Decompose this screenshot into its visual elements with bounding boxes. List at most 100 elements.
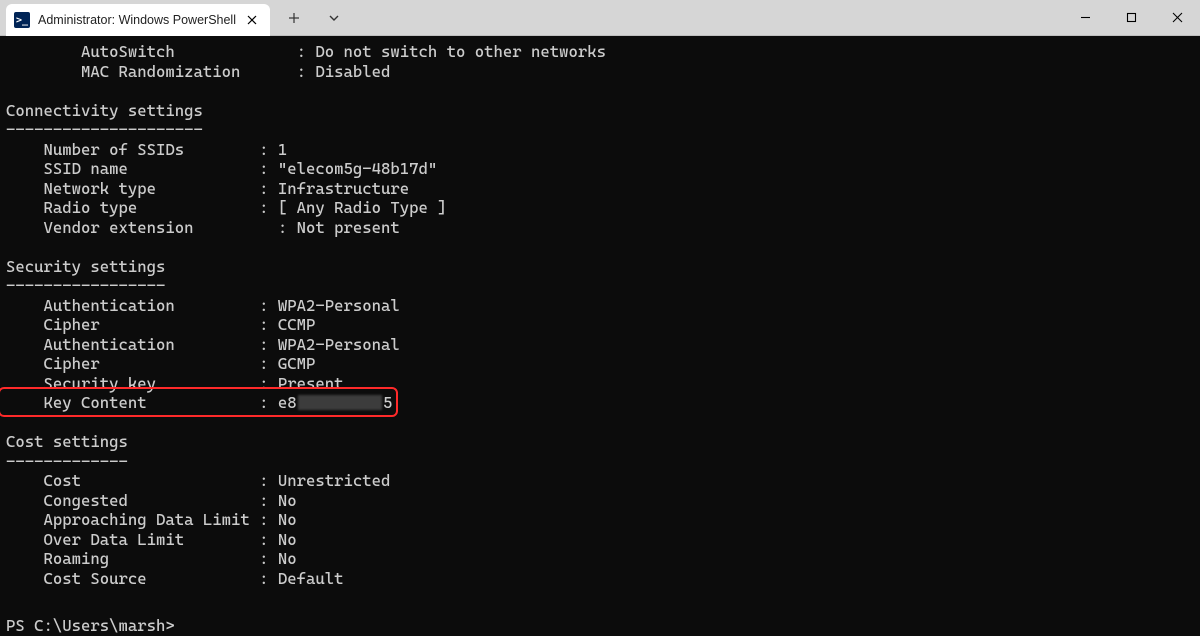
field-separator: : (250, 159, 278, 179)
field-value: [ Any Radio Type ] (278, 198, 447, 218)
output-line: Authentication : WPA2-Personal (6, 335, 1194, 355)
field-value: WPA2-Personal (278, 335, 400, 355)
field-value: WPA2-Personal (278, 296, 400, 316)
output-line: AutoSwitch : Do not switch to other netw… (6, 42, 1194, 62)
field-key: Number of SSIDs (6, 140, 250, 160)
field-key: Cipher (6, 354, 250, 374)
output-line: Key Content : e85 (6, 393, 1194, 413)
prompt[interactable]: PS C:\Users\marsh> (6, 616, 1194, 636)
output-line: Approaching Data Limit : No (6, 510, 1194, 530)
field-separator: : (250, 393, 278, 413)
field-value: 1 (278, 140, 287, 160)
tab-title: Administrator: Windows PowerShell (38, 13, 236, 27)
output-line: Security key : Present (6, 374, 1194, 394)
minimize-icon (1080, 12, 1091, 23)
output-line: Cipher : CCMP (6, 315, 1194, 335)
field-value: Do not switch to other networks (315, 42, 606, 62)
field-key: Authentication (6, 335, 250, 355)
minimize-button[interactable] (1062, 0, 1108, 35)
section-header: Connectivity settings (6, 101, 1194, 121)
field-key: Cost Source (6, 569, 250, 589)
maximize-icon (1126, 12, 1137, 23)
terminal-output[interactable]: AutoSwitch : Do not switch to other netw… (0, 36, 1200, 636)
field-value: No (278, 491, 297, 511)
field-key: Approaching Data Limit (6, 510, 250, 530)
field-separator: : (250, 569, 278, 589)
field-separator: : (287, 42, 315, 62)
field-value: Disabled (315, 62, 390, 82)
field-value: No (278, 530, 297, 550)
field-separator: : (250, 296, 278, 316)
field-key: Key Content (6, 393, 250, 413)
chevron-down-icon (328, 12, 340, 24)
field-value: Present (278, 374, 344, 394)
field-key: Radio type (6, 198, 250, 218)
section-underline: ----------------- (6, 276, 1194, 296)
field-key: AutoSwitch (6, 42, 287, 62)
tab-powershell[interactable]: >_ Administrator: Windows PowerShell (6, 4, 270, 36)
output-line: MAC Randomization : Disabled (6, 62, 1194, 82)
field-separator: : (250, 374, 278, 394)
window-close-button[interactable] (1154, 0, 1200, 35)
field-separator: : (250, 510, 278, 530)
field-separator: : (250, 198, 278, 218)
tabbar-actions (270, 0, 348, 35)
field-value: Not present (297, 218, 400, 238)
redacted-span (298, 395, 382, 410)
field-value-redacted: e85 (278, 393, 393, 413)
output-line: Roaming : No (6, 549, 1194, 569)
field-value: Unrestricted (278, 471, 391, 491)
field-key: Network type (6, 179, 250, 199)
output-line: Vendor extension : Not present (6, 218, 1194, 238)
field-key: SSID name (6, 159, 250, 179)
field-separator: : (250, 491, 278, 511)
output-line: Cost Source : Default (6, 569, 1194, 589)
field-value: "elecom5g-48b17d" (278, 159, 437, 179)
output-line: Over Data Limit : No (6, 530, 1194, 550)
field-key: Cipher (6, 315, 250, 335)
field-separator: : (250, 179, 278, 199)
window-controls (1062, 0, 1200, 35)
tab-dropdown-button[interactable] (320, 4, 348, 32)
field-separator: : (250, 315, 278, 335)
close-icon (247, 15, 257, 25)
output-line: Number of SSIDs : 1 (6, 140, 1194, 160)
output-line: Authentication : WPA2-Personal (6, 296, 1194, 316)
output-line: Network type : Infrastructure (6, 179, 1194, 199)
field-separator: : (250, 140, 278, 160)
field-key: Authentication (6, 296, 250, 316)
field-separator: : (250, 218, 297, 238)
field-separator: : (250, 354, 278, 374)
output-line: Congested : No (6, 491, 1194, 511)
field-key: Security key (6, 374, 250, 394)
output-line: Cipher : GCMP (6, 354, 1194, 374)
maximize-button[interactable] (1108, 0, 1154, 35)
field-separator: : (250, 549, 278, 569)
powershell-icon: >_ (14, 12, 30, 28)
output-line: Cost : Unrestricted (6, 471, 1194, 491)
field-value: GCMP (278, 354, 316, 374)
field-separator: : (250, 471, 278, 491)
section-underline: --------------------- (6, 120, 1194, 140)
field-key: Congested (6, 491, 250, 511)
field-value: Default (278, 569, 344, 589)
field-key: Over Data Limit (6, 530, 250, 550)
field-separator: : (250, 335, 278, 355)
plus-icon (288, 12, 300, 24)
field-value: Infrastructure (278, 179, 409, 199)
field-value: No (278, 549, 297, 569)
field-key: MAC Randomization (6, 62, 287, 82)
new-tab-button[interactable] (280, 4, 308, 32)
field-key: Vendor extension (6, 218, 250, 238)
output-line: SSID name : "elecom5g-48b17d" (6, 159, 1194, 179)
field-value: No (278, 510, 297, 530)
tab-close-button[interactable] (242, 10, 262, 30)
section-underline: ------------- (6, 452, 1194, 472)
section-header: Security settings (6, 257, 1194, 277)
field-value: CCMP (278, 315, 316, 335)
titlebar: >_ Administrator: Windows PowerShell (0, 0, 1200, 36)
field-key: Cost (6, 471, 250, 491)
field-separator: : (250, 530, 278, 550)
output-line: Radio type : [ Any Radio Type ] (6, 198, 1194, 218)
close-icon (1172, 12, 1183, 23)
